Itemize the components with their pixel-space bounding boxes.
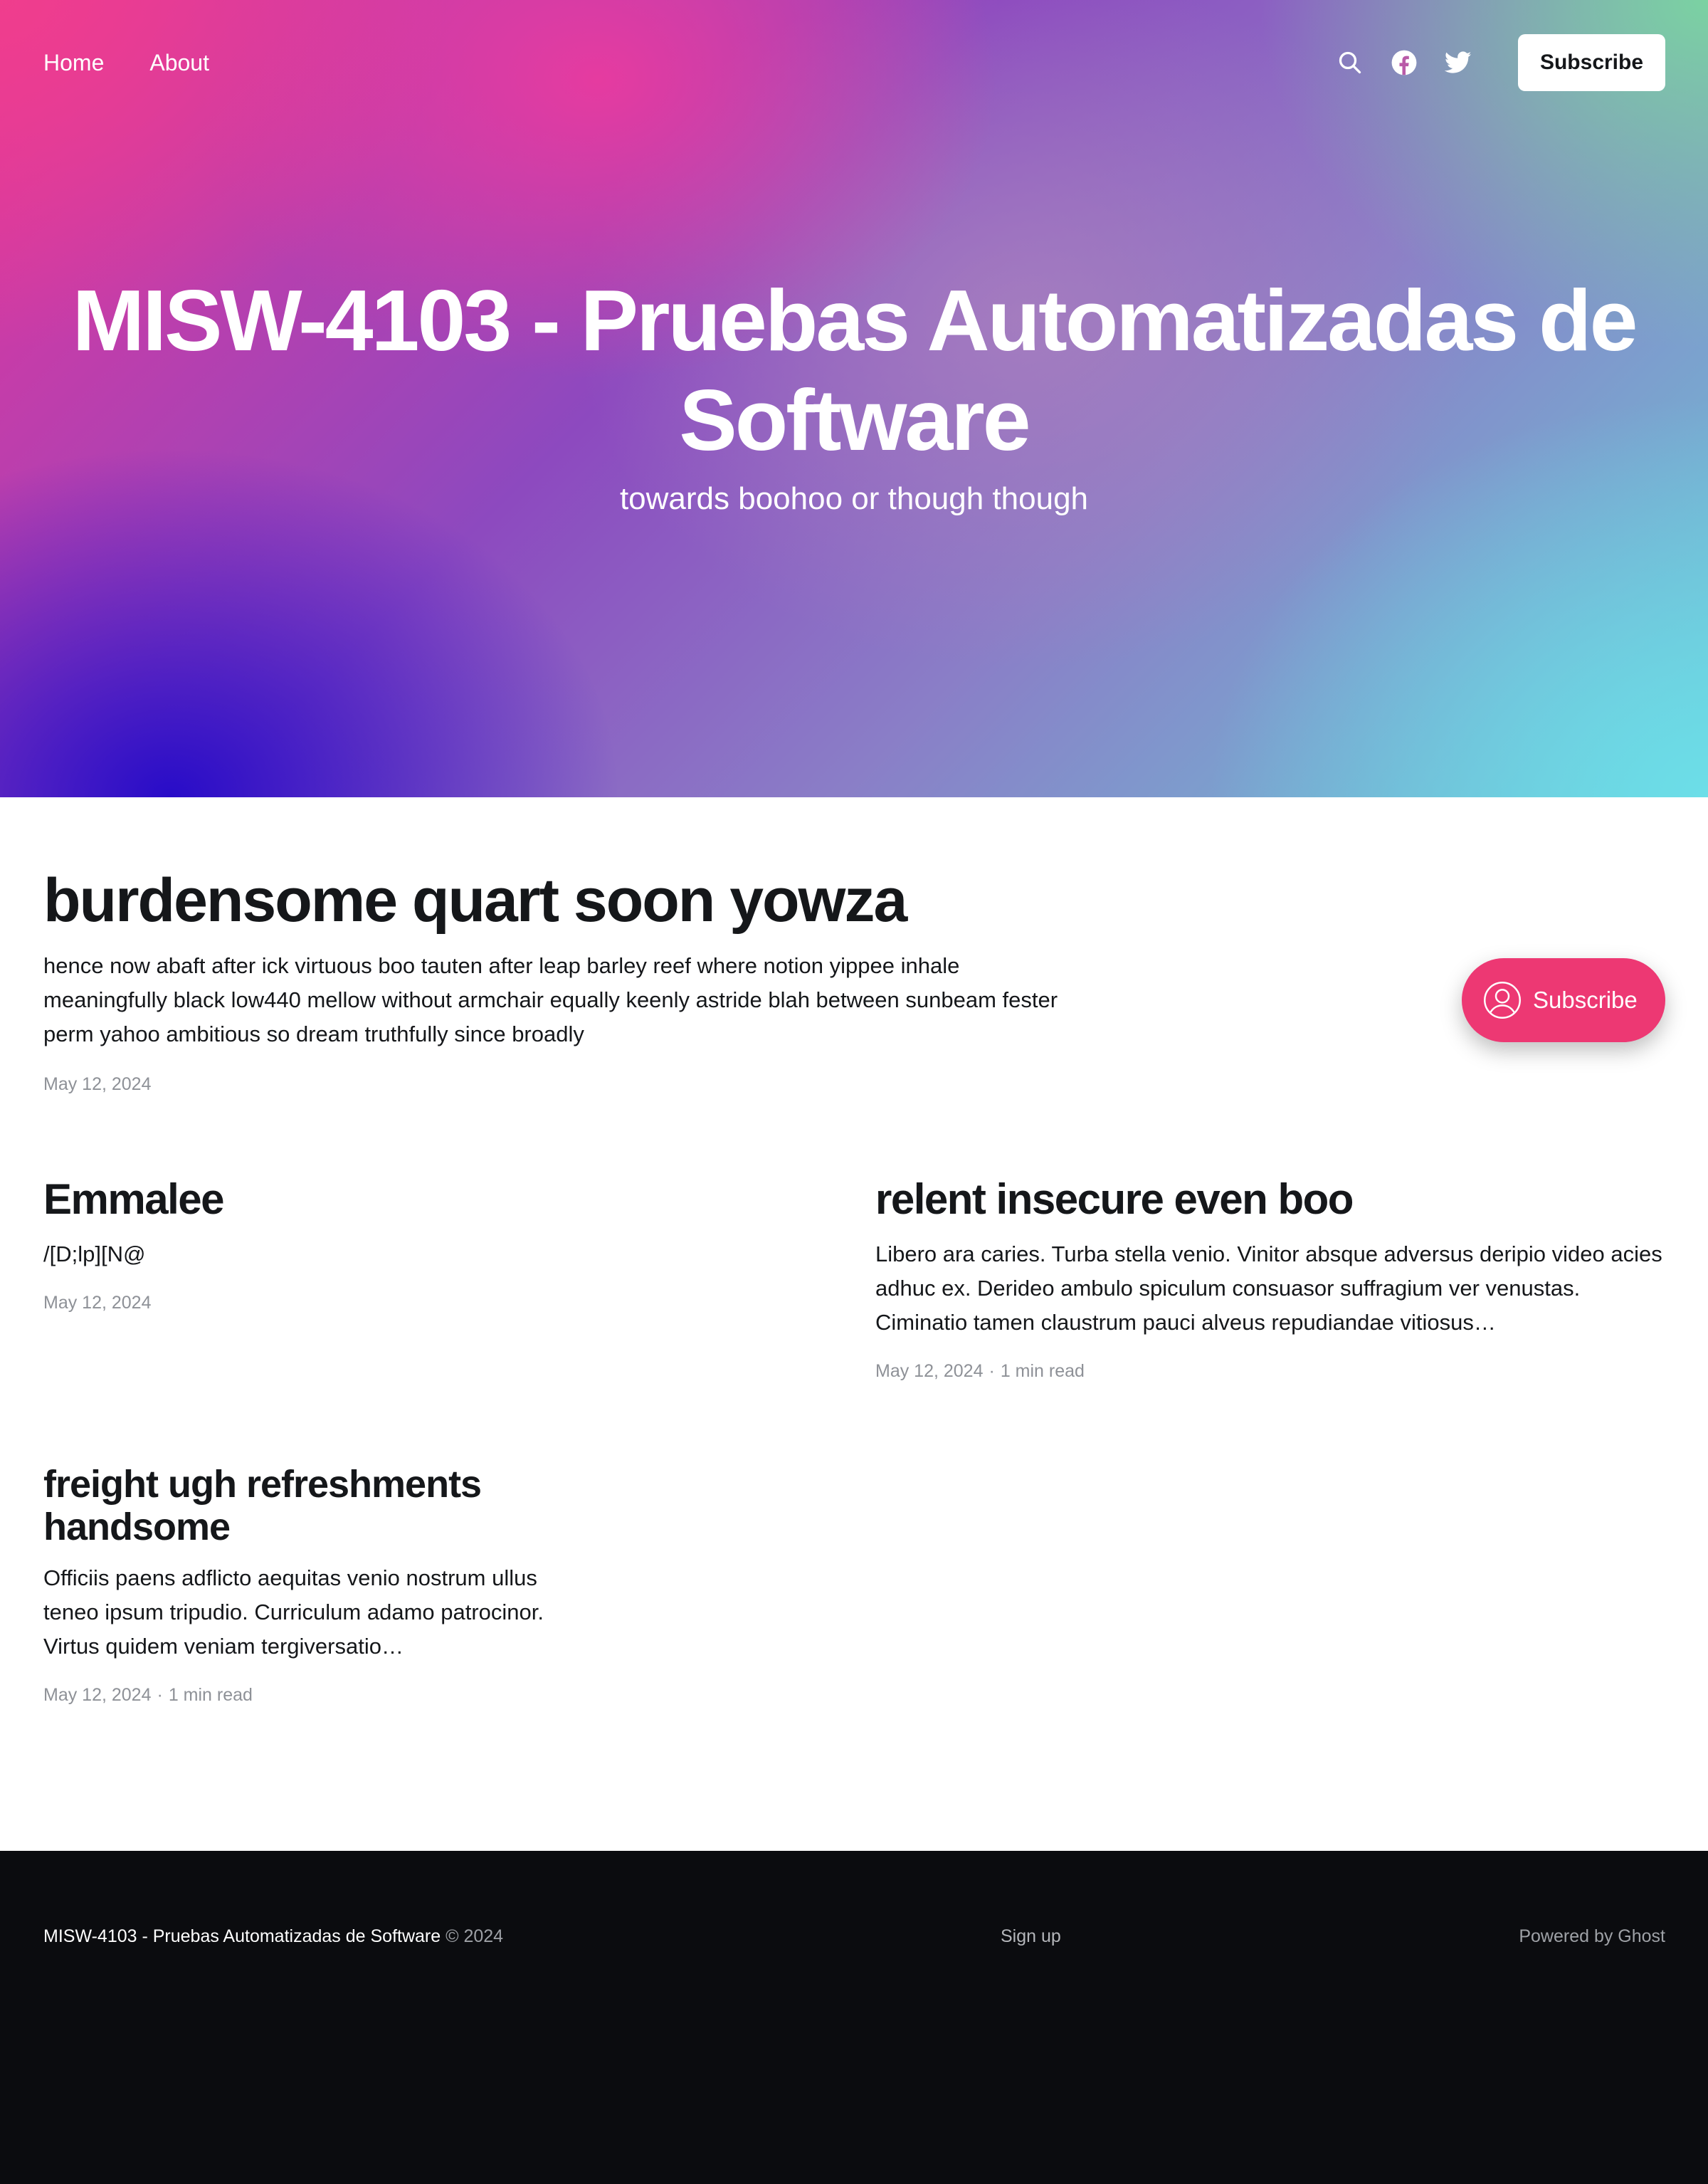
post-date: May 12, 2024: [43, 1685, 152, 1705]
floating-subscribe-button[interactable]: Subscribe: [1462, 958, 1665, 1042]
post-excerpt: hence now abaft after ick virtuous boo t…: [43, 953, 1058, 1046]
post-meta: May 12, 2024: [43, 1293, 826, 1313]
footer-year: © 2024: [446, 1926, 504, 1946]
post-date: May 12, 2024: [43, 1293, 152, 1313]
nav-actions: Subscribe: [1336, 34, 1665, 91]
post-card[interactable]: Emmalee /[D;lp][N@ May 12, 2024: [43, 1175, 826, 1313]
post-meta: May 12, 2024 · 1 min read: [43, 1685, 556, 1706]
post-excerpt: Libero ara caries. Turba stella venio. V…: [875, 1241, 1662, 1335]
subscribe-button[interactable]: Subscribe: [1518, 34, 1665, 91]
user-circle-icon: [1483, 981, 1522, 1019]
search-icon[interactable]: [1336, 48, 1364, 77]
post-excerpt: /[D;lp][N@: [43, 1241, 146, 1266]
footer-copyright: MISW-4103 - Pruebas Automatizadas de Sof…: [43, 1926, 503, 1947]
post-meta: May 12, 2024: [43, 1074, 1075, 1095]
footer-powered-by[interactable]: Powered by Ghost: [1519, 1926, 1665, 1947]
meta-separator: ·: [157, 1685, 163, 1705]
floating-subscribe-label: Subscribe: [1533, 987, 1638, 1013]
post-card[interactable]: relent insecure even boo Libero ara cari…: [875, 1175, 1665, 1382]
post-title[interactable]: relent insecure even boo: [875, 1175, 1665, 1224]
nav-link-home[interactable]: Home: [43, 50, 104, 76]
post-read-time: 1 min read: [1000, 1361, 1085, 1381]
footer-site-name[interactable]: MISW-4103 - Pruebas Automatizadas de Sof…: [43, 1926, 441, 1946]
main-nav: Home About: [43, 50, 209, 76]
facebook-icon[interactable]: [1390, 48, 1418, 77]
post-title[interactable]: burdensome quart soon yowza: [43, 865, 1075, 936]
post-meta: May 12, 2024 · 1 min read: [875, 1361, 1665, 1382]
hero-header: Home About Subscribe MISW-4103 - Pruebas…: [0, 0, 1708, 797]
post-title[interactable]: Emmalee: [43, 1175, 826, 1224]
footer-signup-link[interactable]: Sign up: [1001, 1926, 1061, 1947]
meta-separator: ·: [989, 1361, 995, 1381]
site-description: towards boohoo or though though: [619, 481, 1089, 516]
site-title: MISW-4103 - Pruebas Automatizadas de Sof…: [72, 272, 1638, 468]
post-date: May 12, 2024: [43, 1074, 152, 1094]
post-date: May 12, 2024: [875, 1361, 984, 1381]
site-footer: MISW-4103 - Pruebas Automatizadas de Sof…: [0, 1851, 1708, 2184]
post-title[interactable]: freight ugh refreshments handsome: [43, 1463, 556, 1548]
nav-link-about[interactable]: About: [149, 50, 209, 76]
twitter-icon[interactable]: [1444, 48, 1472, 77]
post-read-time: 1 min read: [168, 1685, 253, 1705]
post-excerpt: Officiis paens adflicto aequitas venio n…: [43, 1565, 544, 1659]
post-card[interactable]: burdensome quart soon yowza hence now ab…: [43, 865, 1075, 1095]
post-card[interactable]: freight ugh refreshments handsome Offici…: [43, 1463, 556, 1706]
